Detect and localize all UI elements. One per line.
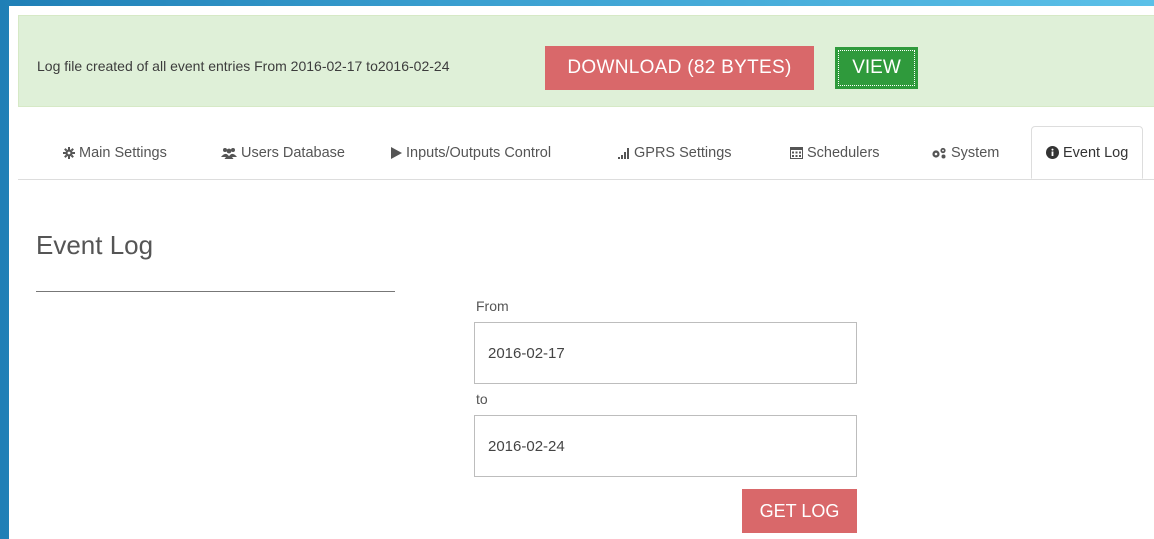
tab-gprs-settings[interactable]: GPRS Settings — [618, 126, 732, 179]
view-button[interactable]: VIEW — [835, 47, 918, 89]
success-alert: Log file created of all event entries Fr… — [18, 15, 1154, 107]
get-log-button[interactable]: GET LOG — [742, 489, 857, 533]
calendar-icon — [790, 146, 803, 159]
to-label: to — [476, 391, 488, 407]
tab-inputs-outputs-control[interactable]: Inputs/Outputs Control — [391, 126, 551, 179]
play-icon — [391, 146, 402, 159]
tab-schedulers[interactable]: Schedulers — [790, 126, 880, 179]
tab-event-log[interactable]: Event Log — [1031, 126, 1144, 179]
tab-main-settings[interactable]: Main Settings — [63, 126, 167, 179]
tab-system[interactable]: System — [931, 126, 999, 179]
tab-users-database[interactable]: Users Database — [221, 126, 345, 179]
from-date-input[interactable]: 2016-02-17 — [474, 322, 857, 384]
tab-label: Main Settings — [79, 144, 167, 161]
users-icon — [221, 147, 237, 159]
tab-label: Schedulers — [807, 144, 880, 161]
settings-tabs: Main Settings Users Database Inputs/Outp… — [18, 126, 1154, 180]
download-button[interactable]: DOWNLOAD (82 BYTES) — [545, 46, 814, 90]
to-date-input[interactable]: 2016-02-24 — [474, 415, 857, 477]
app-window: Log file created of all event entries Fr… — [9, 6, 1154, 539]
gears-icon — [931, 147, 947, 159]
alert-message: Log file created of all event entries Fr… — [37, 58, 450, 74]
gear-icon — [63, 146, 75, 159]
tab-label: Users Database — [241, 144, 345, 161]
title-divider — [36, 291, 395, 292]
tab-label: GPRS Settings — [634, 144, 732, 161]
signal-icon — [618, 147, 630, 159]
tab-label: System — [951, 144, 1000, 161]
tab-label: Inputs/Outputs Control — [406, 144, 552, 161]
page-title: Event Log — [36, 230, 154, 260]
from-label: From — [476, 298, 509, 314]
info-circle-icon — [1046, 146, 1059, 159]
tab-label: Event Log — [1063, 144, 1129, 161]
